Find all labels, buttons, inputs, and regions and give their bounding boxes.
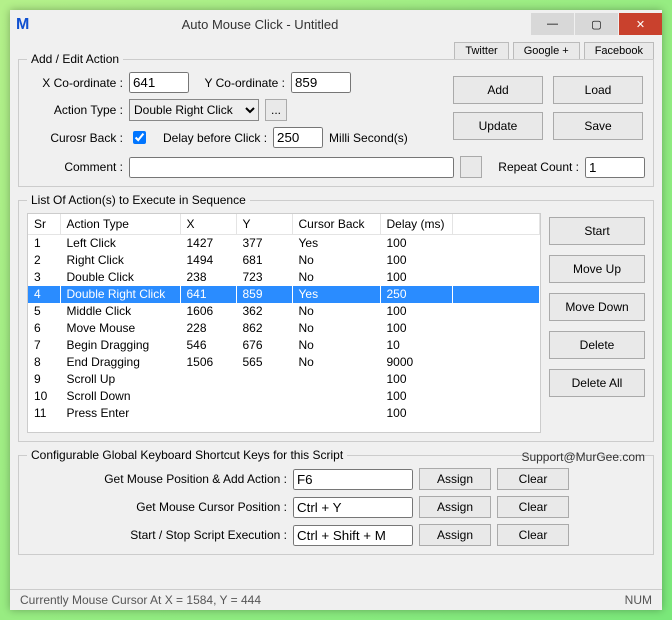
action-type-label: Action Type : [27,103,123,117]
content: Twitter Google + Facebook Add / Edit Act… [10,38,662,589]
shortcut3-label: Start / Stop Script Execution : [27,528,287,542]
shortcuts-fieldset: Configurable Global Keyboard Shortcut Ke… [18,448,654,555]
app-window: M Auto Mouse Click - Untitled — ▢ ✕ Twit… [10,10,662,610]
titlebar[interactable]: M Auto Mouse Click - Untitled — ▢ ✕ [10,10,662,38]
deleteall-button[interactable]: Delete All [549,369,645,397]
repeat-input[interactable] [585,157,645,178]
col-spacer [452,214,540,235]
add-button[interactable]: Add [453,76,543,104]
save-button[interactable]: Save [553,112,643,140]
table-row[interactable]: 5Middle Click1606362No100 [28,303,540,320]
shortcuts-legend: Configurable Global Keyboard Shortcut Ke… [27,448,347,462]
window-title: Auto Mouse Click - Untitled [40,17,480,32]
table-row[interactable]: 1Left Click1427377Yes100 [28,235,540,252]
shortcut1-label: Get Mouse Position & Add Action : [27,472,287,486]
action-list-fieldset: List Of Action(s) to Execute in Sequence… [18,193,654,442]
table-row[interactable]: 11Press Enter100 [28,405,540,422]
window-controls: — ▢ ✕ [530,13,662,35]
col-delay[interactable]: Delay (ms) [380,214,452,235]
load-button[interactable]: Load [553,76,643,104]
shortcut2-input[interactable] [293,497,413,518]
maximize-button[interactable]: ▢ [574,13,618,35]
shortcut3-clear[interactable]: Clear [497,524,569,546]
col-x[interactable]: X [180,214,236,235]
col-y[interactable]: Y [236,214,292,235]
more-options-button[interactable]: ... [265,99,287,121]
table-row[interactable]: 9Scroll Up100 [28,371,540,388]
table-row[interactable]: 8End Dragging1506565No9000 [28,354,540,371]
action-list-legend: List Of Action(s) to Execute in Sequence [27,193,250,207]
cursor-back-checkbox[interactable] [133,131,146,144]
update-button[interactable]: Update [453,112,543,140]
repeat-label: Repeat Count : [498,160,579,174]
delay-input[interactable] [273,127,323,148]
action-table[interactable]: Sr Action Type X Y Cursor Back Delay (ms… [27,213,541,433]
col-cursor-back[interactable]: Cursor Back [292,214,380,235]
delay-units: Milli Second(s) [329,131,408,145]
minimize-button[interactable]: — [530,13,574,35]
comment-picker-button[interactable] [460,156,482,178]
delay-label: Delay before Click : [163,131,267,145]
delete-button[interactable]: Delete [549,331,645,359]
shortcut3-input[interactable] [293,525,413,546]
cursor-back-label: Curosr Back : [27,131,123,145]
y-coord-label: Y Co-ordinate : [195,76,285,90]
table-row[interactable]: 3Double Click238723No100 [28,269,540,286]
start-button[interactable]: Start [549,217,645,245]
app-icon: M [16,16,32,32]
x-coord-input[interactable] [129,72,189,93]
shortcut1-input[interactable] [293,469,413,490]
movedown-button[interactable]: Move Down [549,293,645,321]
y-coord-input[interactable] [291,72,351,93]
table-row[interactable]: 6Move Mouse228862No100 [28,320,540,337]
status-num: NUM [625,593,652,607]
x-coord-label: X Co-ordinate : [27,76,123,90]
shortcut1-assign[interactable]: Assign [419,468,491,490]
status-text: Currently Mouse Cursor At X = 1584, Y = … [20,593,261,607]
col-action-type[interactable]: Action Type [60,214,180,235]
table-row[interactable]: 2Right Click1494681No100 [28,252,540,269]
comment-input[interactable] [129,157,454,178]
shortcut3-assign[interactable]: Assign [419,524,491,546]
close-button[interactable]: ✕ [618,13,662,35]
add-edit-legend: Add / Edit Action [27,52,123,66]
comment-label: Comment : [27,160,123,174]
shortcut1-clear[interactable]: Clear [497,468,569,490]
add-edit-fieldset: Add / Edit Action X Co-ordinate : Y Co-o… [18,52,654,187]
table-row[interactable]: 10Scroll Down100 [28,388,540,405]
table-row[interactable]: 4Double Right Click641859Yes250 [28,286,540,303]
moveup-button[interactable]: Move Up [549,255,645,283]
table-row[interactable]: 7Begin Dragging546676No10 [28,337,540,354]
shortcut2-clear[interactable]: Clear [497,496,569,518]
col-sr[interactable]: Sr [28,214,60,235]
shortcut2-assign[interactable]: Assign [419,496,491,518]
shortcut2-label: Get Mouse Cursor Position : [27,500,287,514]
status-bar: Currently Mouse Cursor At X = 1584, Y = … [10,589,662,610]
action-type-select[interactable]: Double Right Click [129,99,259,121]
